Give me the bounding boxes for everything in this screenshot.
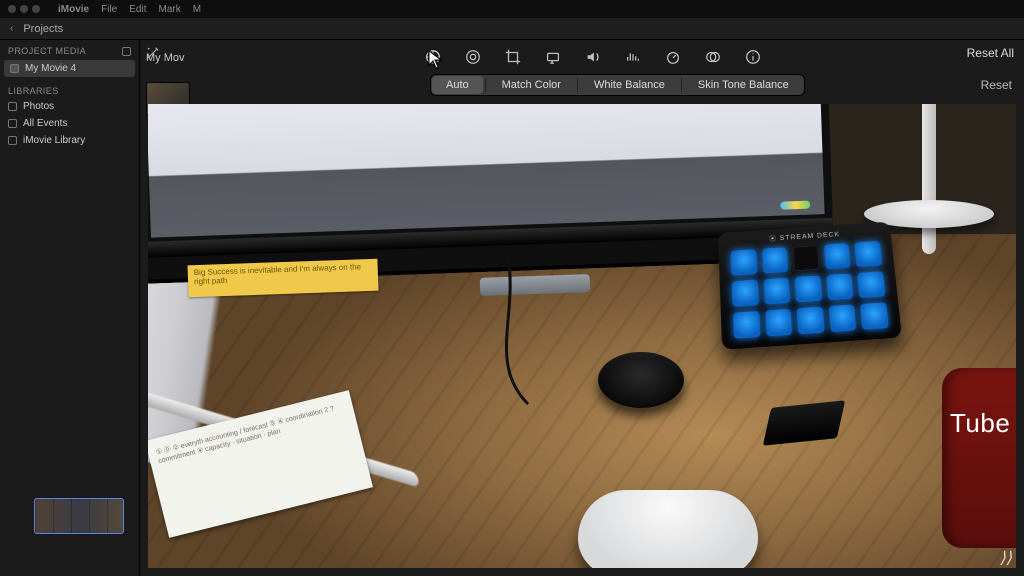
projects-link[interactable]: Projects bbox=[23, 23, 63, 35]
grid-toggle-icon[interactable] bbox=[122, 47, 131, 56]
project-icon bbox=[10, 64, 19, 73]
project-media-header: PROJECT MEDIA bbox=[0, 40, 139, 59]
scene-stream-deck: ⦿ STREAM DECK bbox=[718, 222, 902, 350]
scene-sticky-note: Big Success is inevitable and I'm always… bbox=[187, 259, 378, 298]
seg-white-balance[interactable]: White Balance bbox=[580, 76, 679, 94]
photos-icon bbox=[8, 102, 17, 111]
effects-icon[interactable] bbox=[704, 48, 722, 66]
crop-icon[interactable] bbox=[504, 48, 522, 66]
scene-monitor-screen bbox=[148, 104, 825, 238]
corner-glyph-icon: ⟩⟩ bbox=[1000, 548, 1012, 568]
info-icon[interactable] bbox=[744, 48, 762, 66]
clip-filmstrip bbox=[35, 499, 123, 533]
window-traffic-lights bbox=[8, 5, 40, 13]
scene-mug: Tube bbox=[942, 368, 1016, 548]
events-icon bbox=[8, 119, 17, 128]
eq-icon[interactable] bbox=[624, 48, 642, 66]
project-row[interactable]: My Movie 4 bbox=[4, 60, 135, 77]
color-balance-icon[interactable] bbox=[424, 48, 442, 66]
menubar-file[interactable]: File bbox=[101, 4, 117, 15]
speed-icon[interactable] bbox=[664, 48, 682, 66]
seg-match-color[interactable]: Match Color bbox=[488, 76, 575, 94]
project-name: My Movie 4 bbox=[25, 63, 76, 74]
mac-menubar: iMovie File Edit Mark M bbox=[0, 0, 1024, 18]
menubar-more[interactable]: M bbox=[193, 4, 201, 15]
library-all-events[interactable]: All Events bbox=[0, 115, 139, 132]
preview-viewer[interactable]: Big Success is inevitable and I'm always… bbox=[148, 104, 1016, 568]
timeline-clip[interactable] bbox=[34, 498, 124, 534]
adjustments-toolbar bbox=[380, 40, 1024, 74]
stabilize-icon[interactable] bbox=[544, 48, 562, 66]
menubar-mark[interactable]: Mark bbox=[158, 4, 180, 15]
seg-skin-tone[interactable]: Skin Tone Balance bbox=[684, 76, 803, 94]
reset-button[interactable]: Reset bbox=[981, 78, 1012, 92]
topbar: ‹ Projects bbox=[0, 18, 1024, 40]
enhance-wand-icon[interactable] bbox=[146, 46, 160, 60]
imovie-window: ‹ Projects PROJECT MEDIA My Movie 4 LIBR… bbox=[0, 18, 1024, 576]
menubar-edit[interactable]: Edit bbox=[129, 4, 146, 15]
library-icon bbox=[8, 136, 17, 145]
library-sidebar: PROJECT MEDIA My Movie 4 LIBRARIES Photo… bbox=[0, 40, 140, 576]
libraries-header: LIBRARIES bbox=[0, 78, 139, 98]
color-balance-modes: Auto Match Color White Balance Skin Tone… bbox=[430, 74, 805, 96]
audio-icon[interactable] bbox=[584, 48, 602, 66]
scene-magic-mouse bbox=[578, 490, 758, 568]
library-photos[interactable]: Photos bbox=[0, 98, 139, 115]
color-wheel-icon[interactable] bbox=[464, 48, 482, 66]
library-imovie[interactable]: iMovie Library bbox=[0, 132, 139, 149]
preview-scene: Big Success is inevitable and I'm always… bbox=[148, 104, 1016, 568]
scene-lens-cap bbox=[598, 352, 684, 408]
menubar-app[interactable]: iMovie bbox=[58, 4, 89, 15]
back-chevron-icon[interactable]: ‹ bbox=[10, 23, 13, 34]
mug-text: Tube bbox=[950, 408, 1010, 439]
seg-auto[interactable]: Auto bbox=[432, 76, 483, 94]
scene-lamp-post bbox=[922, 104, 936, 254]
reset-all-button[interactable]: Reset All bbox=[967, 46, 1014, 60]
